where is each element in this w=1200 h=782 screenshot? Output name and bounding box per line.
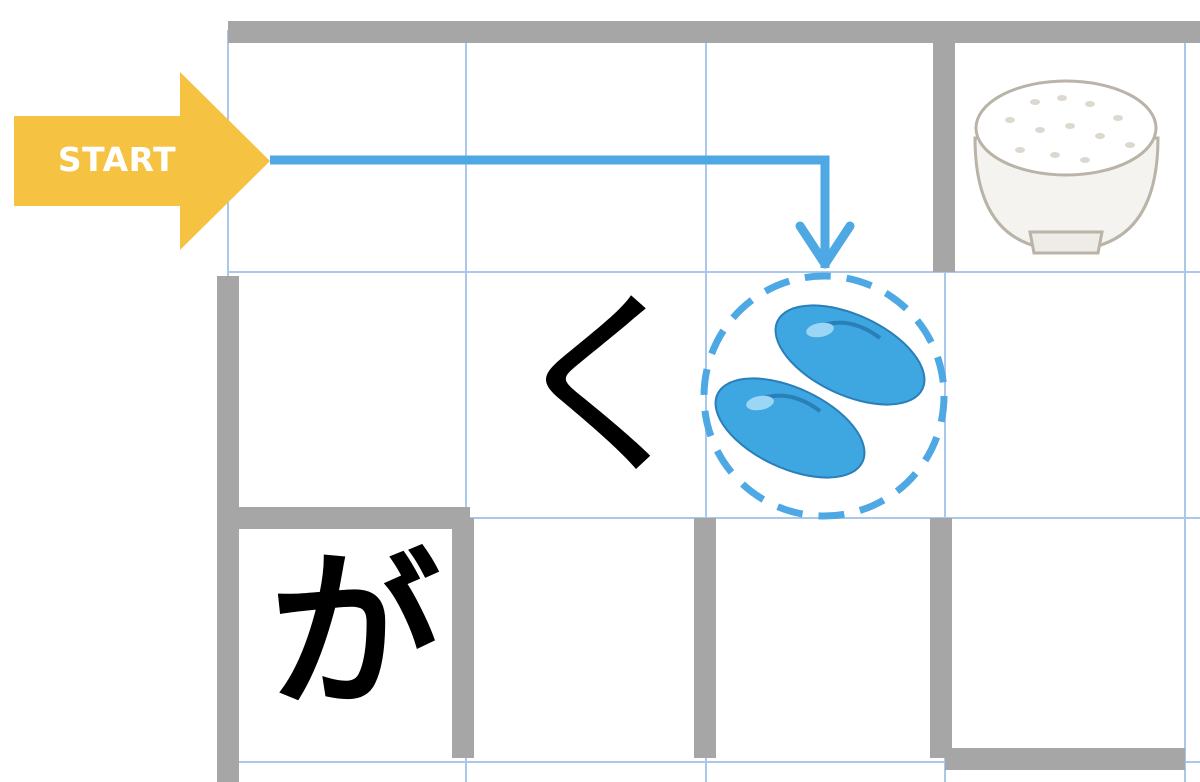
wall-ga-right	[452, 518, 474, 758]
wall-ga-top	[217, 507, 470, 529]
wall-bottom-right	[945, 748, 1185, 770]
maze-cell-char-ku: く	[505, 271, 706, 504]
wall-rice-left	[933, 43, 955, 272]
maze-cell-char-ga: が	[269, 534, 440, 732]
wall-col3	[694, 518, 716, 758]
wall-col4	[930, 518, 952, 758]
rice-bowl-icon	[973, 79, 1160, 255]
wall-top	[228, 21, 1200, 43]
start-label: START	[57, 140, 177, 179]
path-arrow	[270, 155, 855, 269]
